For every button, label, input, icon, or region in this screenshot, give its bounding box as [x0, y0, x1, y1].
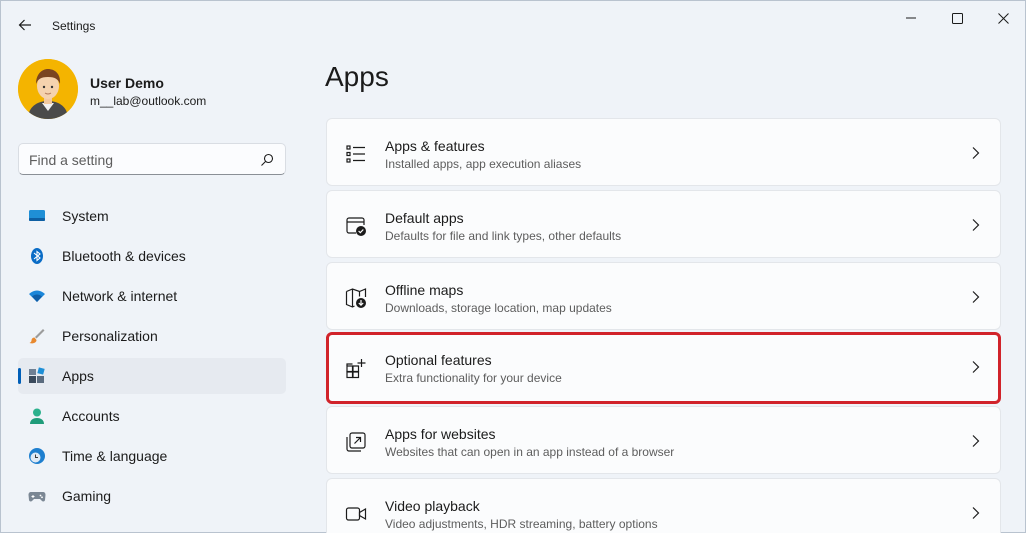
- sidebar-item-time-language[interactable]: Time & language: [18, 438, 286, 474]
- user-name: User Demo: [90, 75, 164, 91]
- clock-globe-icon: [29, 448, 45, 464]
- back-button[interactable]: [11, 11, 39, 39]
- card-description: Downloads, storage location, map updates: [385, 301, 612, 315]
- offline-maps-card[interactable]: Offline maps Downloads, storage location…: [326, 262, 1001, 330]
- maximize-icon: [951, 12, 963, 24]
- optional-features-card[interactable]: Optional features Extra functionality fo…: [326, 332, 1001, 404]
- maximize-button[interactable]: [934, 1, 980, 35]
- user-avatar-icon: [18, 59, 78, 119]
- window-title: Settings: [52, 19, 96, 33]
- user-email: m__lab@outlook.com: [90, 94, 207, 108]
- back-arrow-icon: [18, 19, 31, 31]
- chevron-right-icon: [972, 507, 980, 519]
- accounts-icon: [30, 408, 44, 424]
- chevron-right-icon: [972, 435, 980, 447]
- card-title: Apps & features: [385, 138, 485, 154]
- sidebar-item-label: Apps: [62, 368, 94, 384]
- sidebar-item-gaming[interactable]: Gaming: [18, 478, 286, 514]
- chevron-right-icon: [972, 361, 980, 373]
- optional-features-icon: [346, 359, 366, 379]
- card-description: Installed apps, app execution aliases: [385, 157, 582, 171]
- minimize-button[interactable]: [888, 1, 934, 35]
- sidebar-item-personalization[interactable]: Personalization: [18, 318, 286, 354]
- sidebar-item-apps[interactable]: Apps: [18, 358, 286, 394]
- close-icon: [997, 12, 1009, 24]
- card-description: Websites that can open in an app instead…: [385, 445, 675, 459]
- card-title: Offline maps: [385, 282, 464, 298]
- settings-window: Settings User Demo m__lab@outlook.com Fi…: [0, 0, 1026, 533]
- card-title: Default apps: [385, 210, 464, 226]
- search-input[interactable]: [29, 150, 249, 170]
- title-bar: Settings: [1, 1, 1025, 47]
- card-title: Optional features: [385, 352, 492, 368]
- open-in-app-icon: [346, 432, 366, 452]
- default-apps-icon: [346, 217, 366, 236]
- search-icon[interactable]: [259, 152, 275, 168]
- close-button[interactable]: [980, 1, 1026, 35]
- video-icon: [345, 507, 367, 521]
- bluetooth-icon: [31, 248, 43, 264]
- apps-features-card[interactable]: Apps & features Installed apps, app exec…: [326, 118, 1001, 186]
- wifi-icon: [29, 290, 45, 302]
- card-description: Video adjustments, HDR streaming, batter…: [385, 517, 658, 531]
- sidebar-item-label: Personalization: [62, 328, 158, 344]
- chevron-right-icon: [972, 219, 980, 231]
- active-indicator: [18, 368, 21, 384]
- sidebar-item-label: Network & internet: [62, 288, 178, 304]
- sidebar-item-label: Gaming: [62, 488, 112, 504]
- sidebar-item-accounts[interactable]: Accounts: [18, 398, 286, 434]
- map-icon: [345, 288, 367, 308]
- avatar[interactable]: [18, 59, 78, 119]
- brush-icon: [29, 329, 45, 344]
- page-title: Apps: [325, 61, 389, 92]
- chevron-right-icon: [972, 147, 980, 159]
- minimize-icon: [906, 17, 916, 19]
- video-playback-card[interactable]: Video playback Video adjustments, HDR st…: [326, 478, 1001, 533]
- sidebar-item-label: System: [62, 208, 109, 224]
- card-title: Apps for websites: [385, 426, 496, 442]
- gamepad-icon: [28, 492, 46, 502]
- sidebar-item-label: Accounts: [62, 408, 120, 424]
- sidebar-item-bluetooth[interactable]: Bluetooth & devices: [18, 238, 286, 274]
- apps-for-websites-card[interactable]: Apps for websites Websites that can open…: [326, 406, 1001, 474]
- apps-icon: [29, 367, 45, 383]
- sidebar-item-system[interactable]: System: [18, 198, 286, 234]
- sidebar-item-label: Bluetooth & devices: [62, 248, 186, 264]
- system-icon: [29, 210, 45, 221]
- search-box[interactable]: [18, 143, 286, 175]
- card-description: Defaults for file and link types, other …: [385, 229, 622, 243]
- sidebar-item-label: Time & language: [62, 448, 168, 464]
- card-title: Video playback: [385, 498, 480, 514]
- list-icon: [346, 145, 365, 163]
- sidebar-item-network[interactable]: Network & internet: [18, 278, 286, 314]
- card-description: Extra functionality for your device: [385, 371, 562, 385]
- default-apps-card[interactable]: Default apps Defaults for file and link …: [326, 190, 1001, 258]
- chevron-right-icon: [972, 291, 980, 303]
